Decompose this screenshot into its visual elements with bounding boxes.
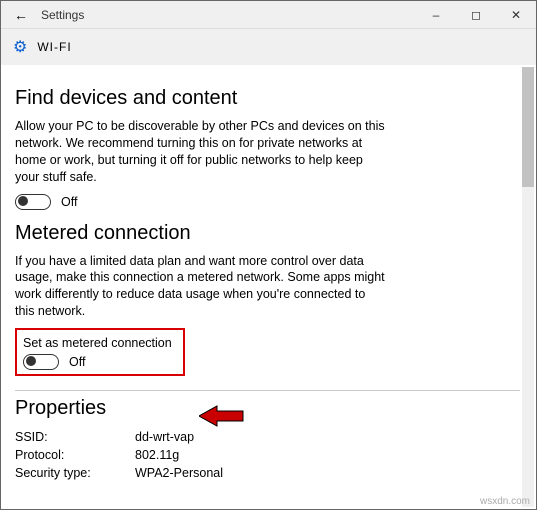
metered-toggle-label: Off <box>69 355 85 369</box>
metered-toggle[interactable] <box>23 354 59 370</box>
divider <box>15 390 520 391</box>
close-icon: ✕ <box>511 8 521 22</box>
find-devices-heading: Find devices and content <box>15 87 520 110</box>
toggle-thumb-icon <box>18 196 28 206</box>
back-button[interactable]: ← <box>1 7 41 23</box>
arrow-left-icon: ← <box>14 7 28 23</box>
properties-table: SSID: dd-wrt-vap Protocol: 802.11g Secur… <box>15 428 223 482</box>
prop-label: SSID: <box>15 428 135 446</box>
metered-heading: Metered connection <box>15 222 520 245</box>
prop-value: WPA2-Personal <box>135 464 223 482</box>
prop-value: 802.11g <box>135 446 223 464</box>
find-devices-toggle-label: Off <box>61 195 77 209</box>
metered-desc: If you have a limited data plan and want… <box>15 253 385 321</box>
app-title: Settings <box>41 8 416 22</box>
properties-heading: Properties <box>15 397 520 420</box>
find-devices-toggle-row: Off <box>15 194 520 210</box>
window-controls: – ◻ ✕ <box>416 1 536 28</box>
window-titlebar: ← Settings – ◻ ✕ <box>1 1 536 29</box>
minimize-button[interactable]: – <box>416 1 456 28</box>
page-title: WI-FI <box>37 40 71 54</box>
prop-label: Protocol: <box>15 446 135 464</box>
find-devices-desc: Allow your PC to be discoverable by othe… <box>15 118 385 186</box>
prop-value: dd-wrt-vap <box>135 428 223 446</box>
minimize-icon: – <box>433 8 440 22</box>
content-area: Find devices and content Allow your PC t… <box>1 65 536 509</box>
find-devices-toggle[interactable] <box>15 194 51 210</box>
gear-icon: ⚙ <box>13 37 27 57</box>
watermark: wsxdn.com <box>480 496 530 507</box>
page-header: ⚙ WI-FI <box>1 29 536 65</box>
table-row: SSID: dd-wrt-vap <box>15 428 223 446</box>
table-row: Protocol: 802.11g <box>15 446 223 464</box>
metered-set-label: Set as metered connection <box>23 336 175 350</box>
maximize-button[interactable]: ◻ <box>456 1 496 28</box>
scrollbar-thumb[interactable] <box>522 67 534 187</box>
close-button[interactable]: ✕ <box>496 1 536 28</box>
maximize-icon: ◻ <box>471 8 481 22</box>
prop-label: Security type: <box>15 464 135 482</box>
metered-highlight-box: Set as metered connection Off <box>15 328 185 376</box>
table-row: Security type: WPA2-Personal <box>15 464 223 482</box>
toggle-thumb-icon <box>26 356 36 366</box>
vertical-scrollbar[interactable] <box>522 67 534 507</box>
